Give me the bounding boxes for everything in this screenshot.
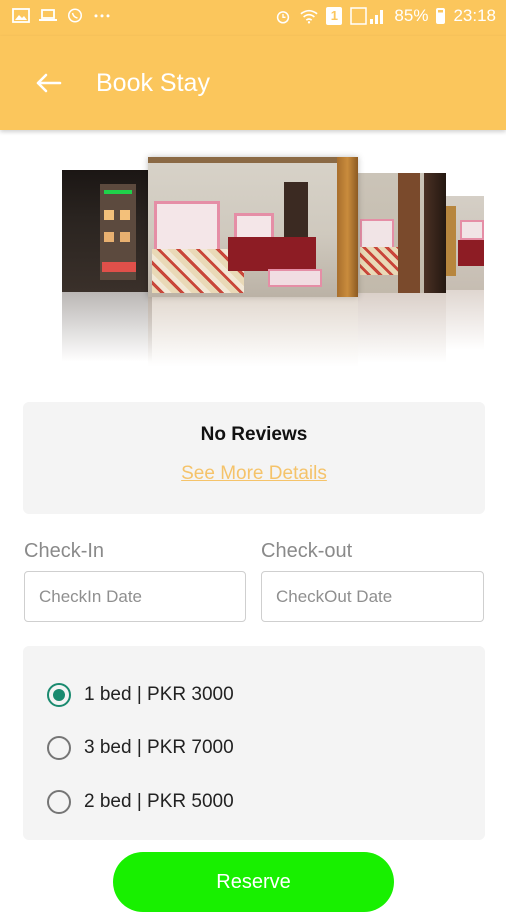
app-bar: Book Stay [0, 36, 506, 130]
arrow-left-icon[interactable] [33, 68, 63, 98]
alarm-icon [277, 10, 290, 24]
signal-icon [350, 7, 384, 25]
room-option-label: 1 bed | PKR 3000 [84, 684, 234, 705]
checkin-label: Check-In [24, 540, 105, 562]
gallery-image-bedroom-main[interactable] [148, 157, 358, 297]
whatsapp-icon [68, 8, 82, 23]
see-more-details-link[interactable]: See More Details [23, 463, 485, 485]
gallery-image-hotel-exterior[interactable] [62, 170, 152, 292]
checkin-date-field[interactable] [24, 571, 246, 622]
radio-button[interactable] [47, 736, 71, 760]
gallery-reflection [62, 292, 152, 362]
image-icon [12, 8, 30, 23]
clock-time: 23:18 [453, 6, 496, 25]
laptop-icon [39, 9, 57, 21]
gallery-reflection [148, 297, 358, 367]
room-option[interactable]: 2 bed | PKR 5000 [47, 788, 234, 816]
checkout-date-field[interactable] [261, 571, 484, 622]
reviews-card: No Reviews See More Details [23, 402, 485, 514]
gallery-reflection [446, 290, 484, 350]
gallery-reflection [358, 293, 446, 363]
radio-button-selected[interactable] [47, 683, 71, 707]
radio-button[interactable] [47, 790, 71, 814]
gallery-image-bedroom-2[interactable] [358, 173, 446, 293]
checkout-label: Check-out [261, 540, 353, 562]
wifi-icon [300, 9, 319, 24]
battery-icon [436, 8, 446, 24]
room-option-label: 2 bed | PKR 5000 [84, 791, 234, 812]
reviews-title: No Reviews [200, 424, 308, 445]
sim-badge: 1 [326, 7, 343, 25]
room-option[interactable]: 3 bed | PKR 7000 [47, 734, 234, 762]
room-option[interactable]: 1 bed | PKR 3000 [47, 681, 234, 709]
reserve-button[interactable]: Reserve [113, 852, 394, 912]
gallery-image-bedroom-3[interactable] [446, 196, 484, 290]
status-bar: 1 85% 23:18 [0, 0, 506, 36]
battery-percent: 85% [394, 6, 429, 25]
room-image-gallery[interactable] [0, 140, 506, 380]
room-option-label: 3 bed | PKR 7000 [84, 737, 234, 758]
page-title: Book Stay [96, 69, 210, 97]
more-dots-icon [94, 14, 110, 18]
room-options-card: 1 bed | PKR 3000 3 bed | PKR 7000 2 bed … [23, 646, 485, 840]
